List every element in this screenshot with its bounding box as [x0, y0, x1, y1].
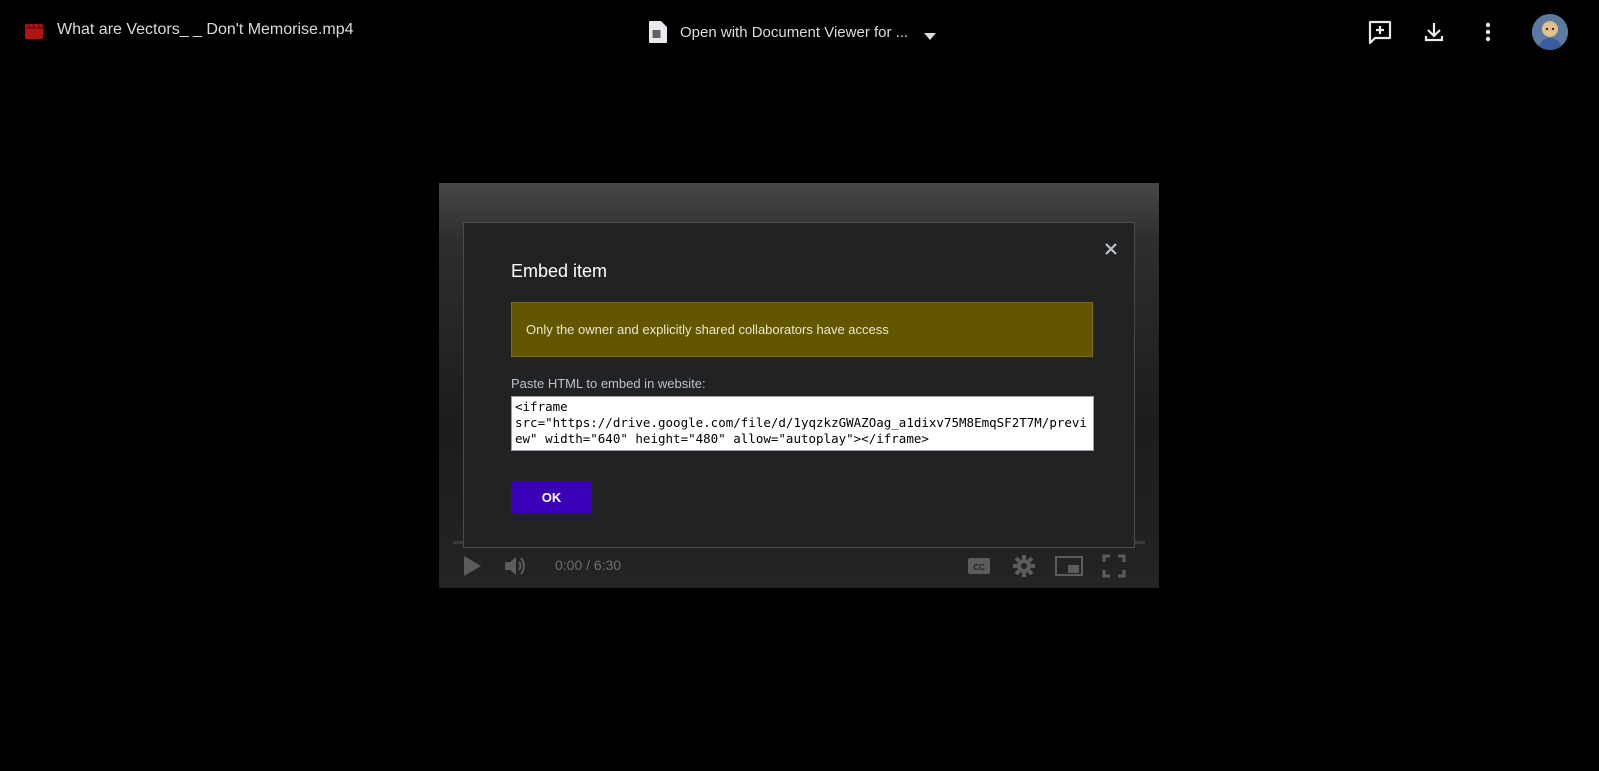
embed-code-field[interactable]: <iframe src="https://drive.google.com/fi… — [511, 396, 1094, 451]
file-title: What are Vectors_ _ Don't Memorise.mp4 — [57, 21, 354, 38]
ok-button[interactable]: OK — [511, 481, 592, 514]
add-comment-icon[interactable] — [1364, 16, 1396, 48]
chevron-down-icon[interactable] — [924, 28, 937, 40]
svg-text:CC: CC — [973, 563, 985, 572]
player-controls: 0:00 / 6:30 CC — [439, 547, 1159, 585]
settings-icon[interactable] — [1009, 551, 1039, 581]
document-viewer-icon — [648, 20, 668, 44]
play-icon[interactable] — [457, 551, 487, 581]
embed-label: Paste HTML to embed in website: — [511, 376, 706, 391]
download-icon[interactable] — [1418, 16, 1450, 48]
open-with-label: Open with Document Viewer for ... — [680, 23, 909, 41]
video-file-icon — [24, 21, 44, 41]
more-vert-icon[interactable] — [1472, 16, 1504, 48]
access-notice: Only the owner and explicitly shared col… — [511, 302, 1093, 357]
avatar[interactable] — [1532, 14, 1568, 50]
open-with-button[interactable]: Open with Document Viewer for ... — [648, 20, 937, 44]
close-icon[interactable] — [1101, 239, 1121, 259]
dialog-title: Embed item — [511, 261, 608, 281]
captions-icon[interactable]: CC — [964, 551, 994, 581]
top-bar: What are Vectors_ _ Don't Memorise.mp4 O… — [0, 0, 1599, 64]
fullscreen-icon[interactable] — [1099, 551, 1129, 581]
time-display: 0:00 / 6:30 — [555, 557, 622, 573]
miniplayer-icon[interactable] — [1054, 551, 1084, 581]
embed-dialog: Embed item Only the owner and explicitly… — [463, 222, 1135, 548]
volume-icon[interactable] — [501, 551, 531, 581]
header-actions — [1364, 16, 1504, 48]
